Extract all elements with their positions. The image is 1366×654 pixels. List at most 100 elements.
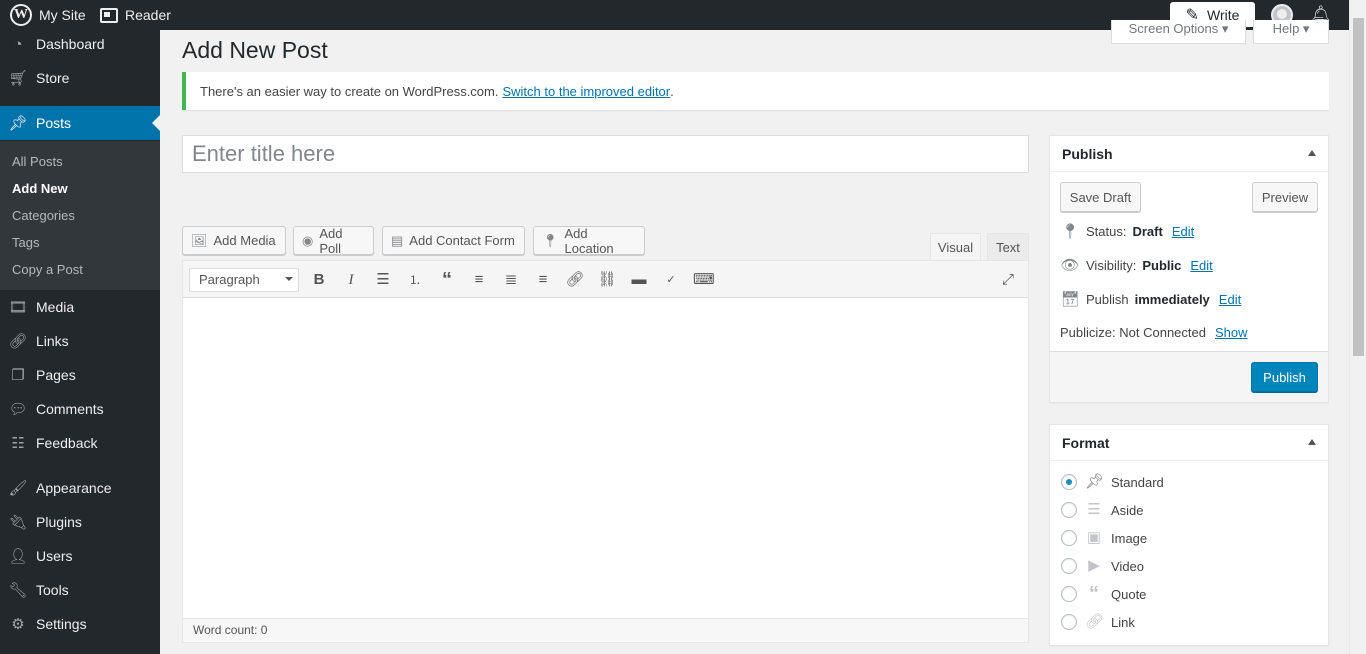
sidebar-item-label: Plugins	[36, 514, 82, 530]
bullet-list-icon[interactable]: ☰	[373, 270, 393, 290]
read-more-icon[interactable]: ▬	[629, 270, 649, 290]
editor-toolbar: Paragraph B I ☰ ⒈ “ ≡ ≣ ≡ 🔗︎ ⛓︎ ▬ ✓ ⌨︎ ⤢	[183, 261, 1028, 298]
sidebar-item-settings[interactable]: ⚙︎ Settings	[0, 607, 160, 641]
radio-standard[interactable]	[1061, 474, 1077, 490]
radio-link[interactable]	[1061, 614, 1077, 630]
add-contact-form-button[interactable]: ▤ Add Contact Form	[382, 226, 525, 255]
reader-link[interactable]: Reader	[100, 0, 171, 30]
preview-button[interactable]: Preview	[1252, 182, 1318, 212]
status-value: Draft	[1132, 223, 1163, 239]
sidebar-item-pages[interactable]: ❐ Pages	[0, 358, 160, 392]
radio-video[interactable]	[1061, 558, 1077, 574]
sidebar-item-users[interactable]: 👤︎ Users	[0, 539, 160, 573]
show-publicize-link[interactable]: Show	[1215, 325, 1248, 340]
publicize-status: Publicize: Not Connected Show	[1060, 325, 1248, 340]
sidebar-item-links[interactable]: 🔗︎ Links	[0, 324, 160, 358]
sidebar-item-comments[interactable]: 💬︎ Comments	[0, 392, 160, 426]
submenu-add-new[interactable]: Add New	[12, 181, 68, 196]
bold-icon[interactable]: B	[309, 270, 329, 290]
align-left-icon[interactable]: ≡	[469, 270, 489, 290]
align-right-icon[interactable]: ≡	[533, 270, 553, 290]
numbered-list-icon[interactable]: ⒈	[405, 270, 425, 290]
reader-label: Reader	[125, 7, 171, 23]
radio-aside[interactable]	[1061, 502, 1077, 518]
page-scrollbar[interactable]	[1349, 0, 1366, 654]
remove-link-icon[interactable]: ⛓︎	[597, 270, 617, 290]
format-select-value: Paragraph	[199, 272, 260, 287]
submenu-copy-a-post[interactable]: Copy a Post	[12, 262, 83, 277]
publicize-label: Publicize: Not Connected	[1060, 325, 1206, 340]
quote-icon: “	[1089, 583, 1099, 605]
add-media-button[interactable]: 🖼︎ Add Media	[182, 226, 286, 255]
sidebar-item-label: Pages	[36, 367, 76, 383]
format-option-link[interactable]: 🔗︎ Link	[1061, 613, 1135, 631]
user-icon: 👤︎	[8, 548, 28, 565]
add-poll-button[interactable]: ◉ Add Poll	[293, 226, 374, 256]
sidebar-item-dashboard[interactable]: ◔ Dashboard	[0, 27, 160, 61]
format-option-video[interactable]: ▶ Video	[1061, 557, 1144, 575]
sidebar-item-label: Feedback	[36, 435, 98, 451]
collapse-arrow-icon[interactable]	[1308, 439, 1316, 445]
edit-visibility-link[interactable]: Edit	[1190, 258, 1212, 273]
eye-icon: 👁︎	[1060, 257, 1080, 274]
spellcheck-icon[interactable]: ✓	[661, 270, 681, 290]
sidebar-item-plugins[interactable]: 🔌︎ Plugins	[0, 505, 160, 539]
cart-icon: 🛒︎	[8, 70, 28, 87]
insert-link-icon[interactable]: 🔗︎	[565, 270, 585, 290]
format-select[interactable]: Paragraph	[189, 268, 299, 292]
tab-text[interactable]: Text	[987, 233, 1029, 261]
format-option-aside[interactable]: ☰ Aside	[1061, 501, 1144, 519]
format-option-standard[interactable]: 📌︎ Standard	[1061, 473, 1164, 491]
publish-button[interactable]: Publish	[1251, 362, 1318, 392]
submenu-categories[interactable]: Categories	[12, 208, 75, 223]
chevron-down-icon	[285, 277, 293, 285]
blockquote-icon[interactable]: “	[437, 270, 457, 290]
sidebar-item-label: Users	[36, 548, 73, 564]
admin-sidebar: ◔ Dashboard 🛒︎ Store 📌︎ Posts All Posts …	[0, 30, 160, 654]
format-label: Image	[1111, 530, 1148, 546]
toolbar-toggle-icon[interactable]: ⌨︎	[693, 270, 715, 290]
sidebar-item-store[interactable]: 🛒︎ Store	[0, 61, 160, 95]
radio-quote[interactable]	[1061, 586, 1077, 602]
add-location-button[interactable]: 📍︎ Add Location	[533, 225, 645, 256]
edit-publish-time-link[interactable]: Edit	[1219, 292, 1241, 307]
format-box-header[interactable]: Format	[1050, 425, 1328, 461]
align-center-icon[interactable]: ≣	[501, 270, 521, 290]
settings-icon: ⚙︎	[11, 616, 25, 633]
help-tab[interactable]: Help ▾	[1253, 20, 1329, 44]
format-option-quote[interactable]: “ Quote	[1061, 583, 1146, 605]
fullscreen-icon[interactable]: ⤢	[998, 270, 1018, 290]
sidebar-item-tools[interactable]: 🔧︎ Tools	[0, 573, 160, 607]
sidebar-item-appearance[interactable]: 🖌︎ Appearance	[0, 471, 160, 505]
post-title-input[interactable]: Enter title here	[182, 135, 1029, 173]
sidebar-item-feedback[interactable]: ☷ Feedback	[0, 426, 160, 460]
italic-icon[interactable]: I	[341, 270, 361, 290]
sidebar-item-posts[interactable]: 📌︎ Posts	[0, 106, 160, 140]
pages-icon: ❐	[11, 367, 25, 384]
submenu-tags[interactable]: Tags	[12, 235, 39, 250]
save-draft-button[interactable]: Save Draft	[1060, 182, 1141, 212]
link-icon: 🔗︎	[8, 333, 28, 350]
collapse-arrow-icon[interactable]	[1308, 150, 1316, 156]
edit-status-link[interactable]: Edit	[1172, 224, 1194, 239]
screen-options-tab[interactable]: Screen Options ▾	[1111, 20, 1246, 44]
publish-actions: Publish	[1050, 351, 1328, 402]
sidebar-item-label: Settings	[36, 616, 87, 632]
my-site-link[interactable]: W My Site	[10, 0, 86, 30]
radio-image[interactable]	[1061, 530, 1077, 546]
publish-box-header[interactable]: Publish	[1050, 136, 1328, 172]
sidebar-item-media[interactable]: 🎞︎ Media	[0, 290, 160, 324]
format-option-image[interactable]: ▣ Image	[1061, 529, 1147, 547]
switch-editor-link[interactable]: Switch to the improved editor	[502, 84, 670, 99]
feedback-icon: ☷	[11, 435, 25, 452]
tab-visual[interactable]: Visual	[930, 233, 981, 261]
submenu-all-posts[interactable]: All Posts	[12, 154, 63, 169]
page-title: Add New Post	[182, 37, 328, 63]
scrollbar-thumb[interactable]	[1353, 18, 1364, 356]
pin-icon: 📌︎	[1085, 473, 1105, 490]
editor-notice: There's an easier way to create on WordP…	[182, 72, 1329, 110]
format-label: Video	[1111, 558, 1145, 574]
pin-icon: 📍︎	[1060, 223, 1080, 240]
post-editor: Paragraph B I ☰ ⒈ “ ≡ ≣ ≡ 🔗︎ ⛓︎ ▬ ✓ ⌨︎ ⤢…	[182, 260, 1029, 643]
add-location-label: Add Location	[564, 225, 614, 256]
